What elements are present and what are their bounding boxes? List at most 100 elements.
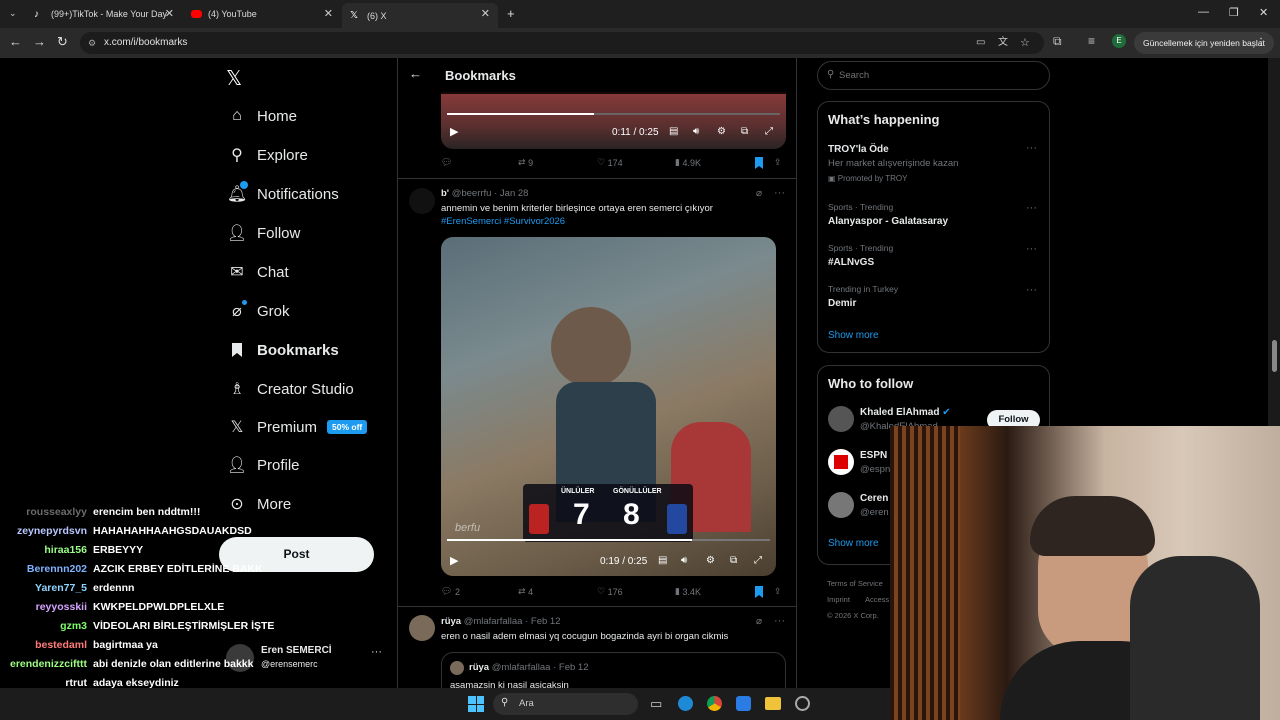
views-action[interactable]: ▮ 3.4K [675, 586, 701, 597]
restore-icon[interactable]: ❐ [1229, 6, 1239, 19]
back-icon[interactable]: ← [9, 34, 22, 49]
tweet-author-handle[interactable]: @mlafarfallaa [464, 616, 523, 627]
search-box[interactable]: ⚲ [817, 61, 1050, 90]
tweet-author-name[interactable]: b' [441, 188, 449, 199]
footer-link[interactable]: Terms of Service [827, 576, 883, 592]
tweet-video[interactable]: ÜNLÜLER GÖNÜLLÜLER 7 8 berfu ▶ 0:19 / 0:… [441, 237, 776, 576]
app-icon[interactable] [795, 696, 810, 711]
sidebar-item-creator-studio[interactable]: ♗ Creator Studio [226, 375, 354, 403]
avatar[interactable] [828, 406, 854, 432]
show-more-link[interactable]: Show more [828, 538, 879, 549]
avatar[interactable] [409, 615, 435, 641]
file-explorer-icon[interactable] [765, 697, 781, 710]
trend-item[interactable]: Sports · Trending #ALNvGS ··· [818, 243, 1049, 277]
bookmark-action[interactable] [754, 157, 764, 169]
views-action[interactable]: ▮ 4.9K [675, 157, 701, 168]
trend-item[interactable]: Sports · Trending Alanyaspor - Galatasar… [818, 202, 1049, 236]
captions-icon[interactable]: ▤ [658, 555, 667, 566]
avatar[interactable] [409, 188, 435, 214]
volume-icon[interactable]: 🔊︎ [681, 555, 687, 566]
video-player-top[interactable]: ▶ 0:11 / 0:25 ▤ 🔊︎ ⚙ ⧉ ⤢ [441, 92, 786, 149]
share-action[interactable]: ⇪ [774, 157, 782, 168]
captions-icon[interactable]: ▤ [669, 126, 678, 137]
play-icon[interactable]: ▶ [450, 125, 458, 138]
more-dots-icon[interactable]: ··· [1026, 142, 1037, 154]
reply-action[interactable]: 💬︎ 2 [441, 586, 460, 597]
quoted-tweet[interactable]: rüya @mlafarfallaa · Feb 12 asamazsin ki… [441, 652, 786, 688]
tab-x[interactable]: 𝕏 (6) X ✕ [342, 3, 498, 28]
minimize-icon[interactable]: — [1198, 6, 1209, 18]
more-dots-icon[interactable]: ··· [774, 615, 785, 627]
tweet-author-handle[interactable]: @beerrfu [452, 188, 492, 199]
reply-action[interactable]: 💬︎ [441, 157, 452, 168]
bookmark-action[interactable] [754, 586, 764, 598]
close-icon[interactable]: ✕ [165, 7, 174, 20]
bookmark-star-icon[interactable]: ☆ [1020, 32, 1030, 54]
sidebar-item-follow[interactable]: 👤︎ Follow [226, 219, 301, 247]
suggestion-name[interactable]: Ceren [860, 493, 888, 504]
sidebar-item-chat[interactable]: ✉ Chat [226, 258, 288, 286]
like-action[interactable]: ♡ 176 [597, 586, 623, 597]
video-progress-track[interactable] [447, 113, 780, 115]
espn-logo[interactable] [828, 449, 854, 475]
avatar[interactable] [828, 492, 854, 518]
reading-list-icon[interactable]: ≡ [1088, 34, 1095, 48]
more-dots-icon[interactable]: ··· [1026, 284, 1037, 296]
grok-icon[interactable]: ⌀ [756, 616, 762, 627]
tweet-date[interactable]: Jan 28 [500, 188, 529, 199]
tweet-author-name[interactable]: rüya [441, 616, 461, 627]
grok-icon[interactable]: ⌀ [756, 188, 762, 199]
show-more-link[interactable]: Show more [828, 330, 879, 341]
tab-list-chevron-icon[interactable]: ⌄ [9, 8, 17, 19]
tweet-hashtags[interactable]: #ErenSemerci #Survivor2026 [441, 216, 565, 227]
sidebar-item-profile[interactable]: 👤︎ Profile [226, 451, 300, 479]
chrome-icon[interactable] [707, 696, 722, 711]
share-action[interactable]: ⇪ [774, 586, 782, 597]
new-tab-icon[interactable]: + [507, 6, 515, 21]
more-dots-icon[interactable]: ··· [1026, 202, 1037, 214]
repost-action[interactable]: ⇄ 4 [518, 586, 533, 597]
profile-avatar[interactable]: E [1112, 34, 1126, 48]
address-bar[interactable]: ⚙ x.com/i/bookmarks ▭ 文 ☆ [80, 32, 1044, 54]
suggestion-name[interactable]: ESPN [860, 450, 887, 461]
install-app-icon[interactable]: ▭ [976, 32, 985, 54]
tab-youtube[interactable]: (4) YouTube ✕ [183, 3, 341, 25]
x-logo-icon[interactable]: 𝕏 [226, 66, 242, 91]
back-arrow-icon[interactable]: ← [409, 66, 422, 81]
reload-icon[interactable]: ↻ [57, 34, 68, 50]
windows-start-icon[interactable] [468, 696, 484, 712]
sidebar-item-notifications[interactable]: 🔔︎ Notifications [226, 180, 339, 208]
repost-action[interactable]: ⇄ 9 [518, 157, 533, 168]
fullscreen-icon[interactable]: ⤢ [754, 555, 762, 566]
tweet-date[interactable]: Feb 12 [531, 616, 561, 627]
extensions-icon[interactable]: ⧉ [1053, 34, 1062, 49]
more-dots-icon[interactable]: ··· [774, 187, 785, 199]
pip-icon[interactable]: ⧉ [730, 555, 737, 566]
scrollbar-thumb[interactable] [1272, 340, 1277, 372]
pip-icon[interactable]: ⧉ [741, 126, 748, 137]
mail-app-icon[interactable] [736, 696, 751, 711]
video-progress-track[interactable] [447, 539, 770, 541]
sidebar-item-bookmarks[interactable]: Bookmarks [226, 336, 339, 364]
forward-icon[interactable]: → [33, 34, 46, 49]
more-dots-icon[interactable]: ··· [1026, 243, 1037, 255]
tab-tiktok[interactable]: ♪ (99+)TikTok - Make Your Day ✕ [26, 3, 182, 25]
site-info-icon[interactable]: ⚙ [88, 32, 96, 54]
sidebar-item-premium[interactable]: 𝕏 Premium 50% off [226, 413, 368, 441]
like-action[interactable]: ♡ 174 [597, 157, 623, 168]
suggestion-name[interactable]: Khaled ElAhmad ✔ [860, 407, 951, 418]
translate-icon[interactable]: 文 [998, 32, 1008, 54]
fullscreen-icon[interactable]: ⤢ [765, 126, 773, 137]
settings-icon[interactable]: ⚙ [717, 126, 726, 137]
play-icon[interactable]: ▶ [450, 554, 458, 567]
edge-icon[interactable] [678, 696, 693, 711]
close-icon[interactable]: ✕ [481, 7, 490, 20]
relaunch-button[interactable]: Güncellemek için yeniden başlat ⋮ [1134, 32, 1274, 54]
taskbar-search[interactable]: ⚲ Ara [493, 693, 638, 715]
settings-icon[interactable]: ⚙ [706, 555, 715, 566]
sidebar-item-home[interactable]: ⌂ Home [226, 102, 297, 130]
footer-link[interactable]: Access [865, 592, 889, 608]
sidebar-item-explore[interactable]: ⚲ Explore [226, 141, 308, 169]
volume-icon[interactable]: 🔊︎ [693, 126, 699, 137]
trend-item[interactable]: Trending in Turkey Demir ··· [818, 284, 1049, 318]
